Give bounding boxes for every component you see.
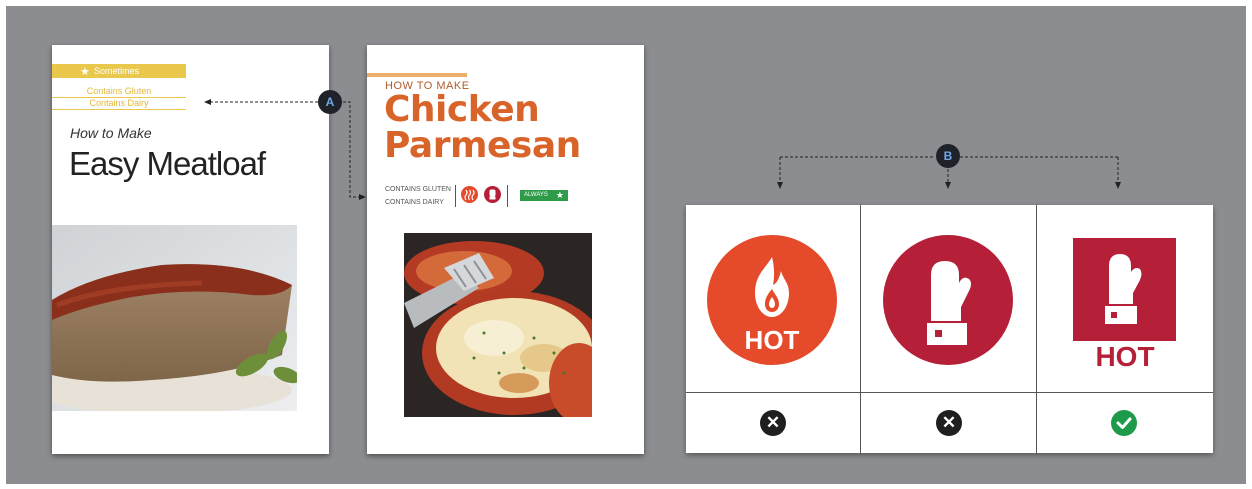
heat-icon [461, 186, 478, 203]
star-icon: ★ [80, 66, 90, 78]
oven-mitt-icon [484, 186, 501, 203]
chicken-parmesan-recipe-card: HOW TO MAKE Chicken Parmesan CONTAINS GL… [367, 45, 644, 454]
callout-b-marker: B [936, 144, 960, 168]
badge-label: ALWAYS [524, 192, 548, 198]
divider [455, 185, 456, 207]
chicken-parmesan-photo [404, 233, 592, 417]
allergen-gluten: CONTAINS GLUTEN [385, 186, 451, 193]
reject-x-icon: ✕ [936, 410, 962, 436]
oven-mitt-square-icon [1073, 238, 1176, 341]
star-icon: ★ [555, 190, 564, 200]
recipe-title-line-1: Chicken [384, 89, 540, 130]
oven-mitt-circle-icon [883, 235, 1013, 365]
fire-hot-circle-icon: HOT [707, 235, 837, 365]
divider [52, 109, 186, 110]
accent-bar [367, 73, 467, 77]
recipe-title-line-2: Parmesan [384, 125, 581, 166]
allergen-dairy: Contains Dairy [89, 98, 149, 108]
meatloaf-photo [52, 225, 297, 411]
callout-a-marker: A [318, 90, 342, 114]
always-badge: ALWAYS ★ [520, 190, 568, 201]
reject-x-icon: ✕ [760, 410, 786, 436]
hot-label: HOT [1095, 341, 1155, 372]
callout-a-connector [204, 99, 366, 200]
allergen-dairy: CONTAINS DAIRY [385, 199, 444, 206]
divider [507, 185, 508, 207]
sometimes-badge: ★ Sometimes [52, 64, 186, 78]
recipe-subtitle: How to Make [70, 125, 152, 141]
accept-check-icon [1111, 410, 1137, 436]
allergen-gluten: Contains Gluten [86, 86, 152, 96]
badge-label: Sometimes [94, 66, 140, 76]
icon-comparison-grid: HOT HOT ✕ ✕ [686, 205, 1213, 453]
hot-label: HOT [744, 325, 800, 355]
